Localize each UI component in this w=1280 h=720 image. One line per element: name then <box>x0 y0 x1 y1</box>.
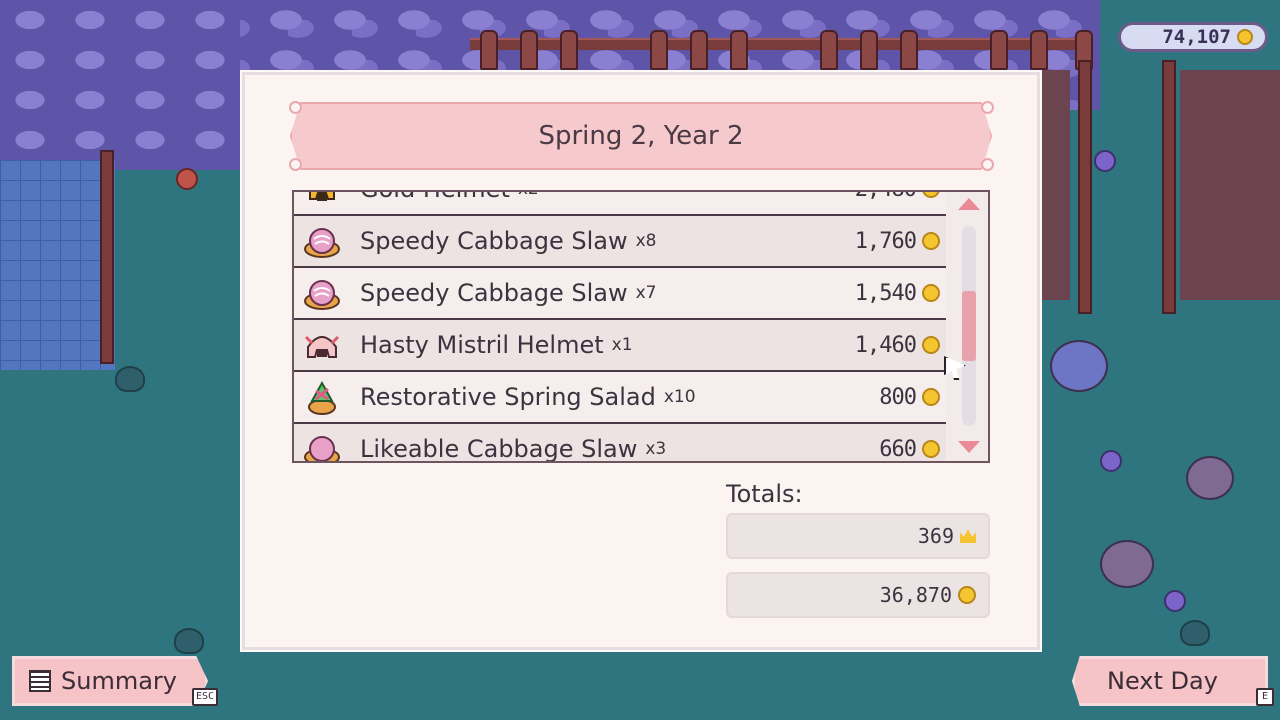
item-name: Gold Helmet <box>360 192 510 203</box>
fence-post <box>990 30 1008 70</box>
cabbage-slaw-icon <box>302 429 342 461</box>
item-price: 800 <box>879 385 940 410</box>
coin-icon <box>922 388 940 406</box>
list-item: Gold Helmet x2 2,480 <box>294 192 946 216</box>
item-name: Hasty Mistril Helmet <box>360 331 604 359</box>
cabbage-slaw-icon <box>302 273 342 313</box>
flower <box>1100 450 1122 472</box>
gold-counter: 74,107 <box>1118 22 1268 52</box>
esc-key-hint: ESC <box>192 688 219 706</box>
item-quantity: x1 <box>611 335 633 355</box>
item-price: 1,460 <box>855 333 940 358</box>
cabbage-slaw-icon <box>302 221 342 261</box>
rock <box>1050 340 1108 392</box>
banner-corner-dot <box>289 158 302 171</box>
scroll-down-arrow-icon[interactable] <box>958 441 980 453</box>
mistril-helmet-icon <box>302 325 342 365</box>
fence-post <box>900 30 918 70</box>
coin-icon <box>922 232 940 250</box>
next-day-button[interactable]: Next Day <box>1072 656 1268 706</box>
sold-items-scroll-area[interactable]: Gold Helmet x2 2,480 Speedy Cabbage Slaw… <box>294 192 946 461</box>
rock <box>1186 456 1234 500</box>
list-item: Speedy Cabbage Slaw x8 1,760 <box>294 216 946 268</box>
item-price-value: 800 <box>879 384 917 410</box>
banner-corner-dot <box>981 101 994 114</box>
item-price: 1,760 <box>855 229 940 254</box>
flower <box>1164 590 1186 612</box>
item-name: Speedy Cabbage Slaw <box>360 227 628 255</box>
scroll-thumb[interactable] <box>962 291 976 361</box>
fence-post <box>520 30 538 70</box>
date-label: Spring 2, Year 2 <box>538 121 744 151</box>
item-quantity: x3 <box>645 439 667 459</box>
farm-plot <box>1180 70 1280 300</box>
item-price-value: 1,460 <box>854 332 917 358</box>
spring-salad-icon <box>302 377 342 417</box>
item-price: 1,540 <box>855 281 940 306</box>
blue-patio <box>0 160 115 370</box>
fence-post <box>820 30 838 70</box>
fence-post <box>560 30 578 70</box>
list-item: Likeable Cabbage Slaw x3 660 <box>294 424 946 461</box>
fence-post <box>860 30 878 70</box>
total-renown-box: 369 <box>726 513 990 559</box>
item-price-value: 1,540 <box>854 280 917 306</box>
flower <box>176 168 198 190</box>
crown-icon <box>960 529 976 543</box>
total-gold-box: 36,870 <box>726 572 990 618</box>
coin-icon <box>922 440 940 458</box>
coin-icon <box>1237 29 1253 45</box>
item-quantity: x10 <box>663 387 696 407</box>
item-quantity: x2 <box>518 192 539 199</box>
rock <box>1100 540 1154 588</box>
bush <box>174 628 204 654</box>
banner-corner-dot <box>981 158 994 171</box>
flower <box>1094 150 1116 172</box>
sold-items-list[interactable]: Gold Helmet x2 2,480 Speedy Cabbage Slaw… <box>292 190 990 463</box>
fence-post <box>1030 30 1048 70</box>
item-price-value: 660 <box>879 436 917 462</box>
fence-post <box>650 30 668 70</box>
item-price: 2,480 <box>855 192 940 202</box>
stone-path-left <box>0 0 240 170</box>
gold-amount: 74,107 <box>1162 26 1231 48</box>
item-price: 660 <box>879 436 940 462</box>
item-price-value: 2,480 <box>855 192 917 202</box>
coin-icon <box>958 586 976 604</box>
item-price-value: 1,760 <box>854 228 917 254</box>
coin-icon <box>922 192 940 198</box>
item-name: Likeable Cabbage Slaw <box>360 435 638 461</box>
banner-corner-dot <box>289 101 302 114</box>
fence-vertical <box>1162 60 1176 314</box>
fence-post <box>480 30 498 70</box>
total-gold-value: 36,870 <box>879 583 952 607</box>
item-quantity: x8 <box>635 231 657 251</box>
list-item: Hasty Mistril Helmet x1 1,460 <box>294 320 946 372</box>
item-name: Speedy Cabbage Slaw <box>360 279 628 307</box>
item-name: Restorative Spring Salad <box>360 383 656 411</box>
bush <box>1180 620 1210 646</box>
summary-label: Summary <box>61 667 177 695</box>
list-item: Restorative Spring Salad x10 800 <box>294 372 946 424</box>
summary-button[interactable]: Summary <box>12 656 208 706</box>
summary-document-icon <box>29 670 51 692</box>
date-banner: Spring 2, Year 2 <box>290 102 992 170</box>
e-key-hint: E <box>1256 688 1274 706</box>
bush <box>115 366 145 392</box>
farm-plot-small <box>1040 70 1070 300</box>
scroll-up-arrow-icon[interactable] <box>958 198 980 210</box>
coin-icon <box>922 336 940 354</box>
list-scrollbar[interactable] <box>948 192 988 461</box>
helmet-icon <box>302 192 342 209</box>
fence-post <box>690 30 708 70</box>
item-quantity: x7 <box>635 283 657 303</box>
fence-vertical <box>1078 60 1092 314</box>
list-item: Speedy Cabbage Slaw x7 1,540 <box>294 268 946 320</box>
total-renown-value: 369 <box>917 524 954 548</box>
fence-vertical <box>100 150 114 364</box>
next-day-label: Next Day <box>1107 667 1218 695</box>
coin-icon <box>922 284 940 302</box>
totals-label: Totals: <box>726 480 803 508</box>
fence-post <box>730 30 748 70</box>
